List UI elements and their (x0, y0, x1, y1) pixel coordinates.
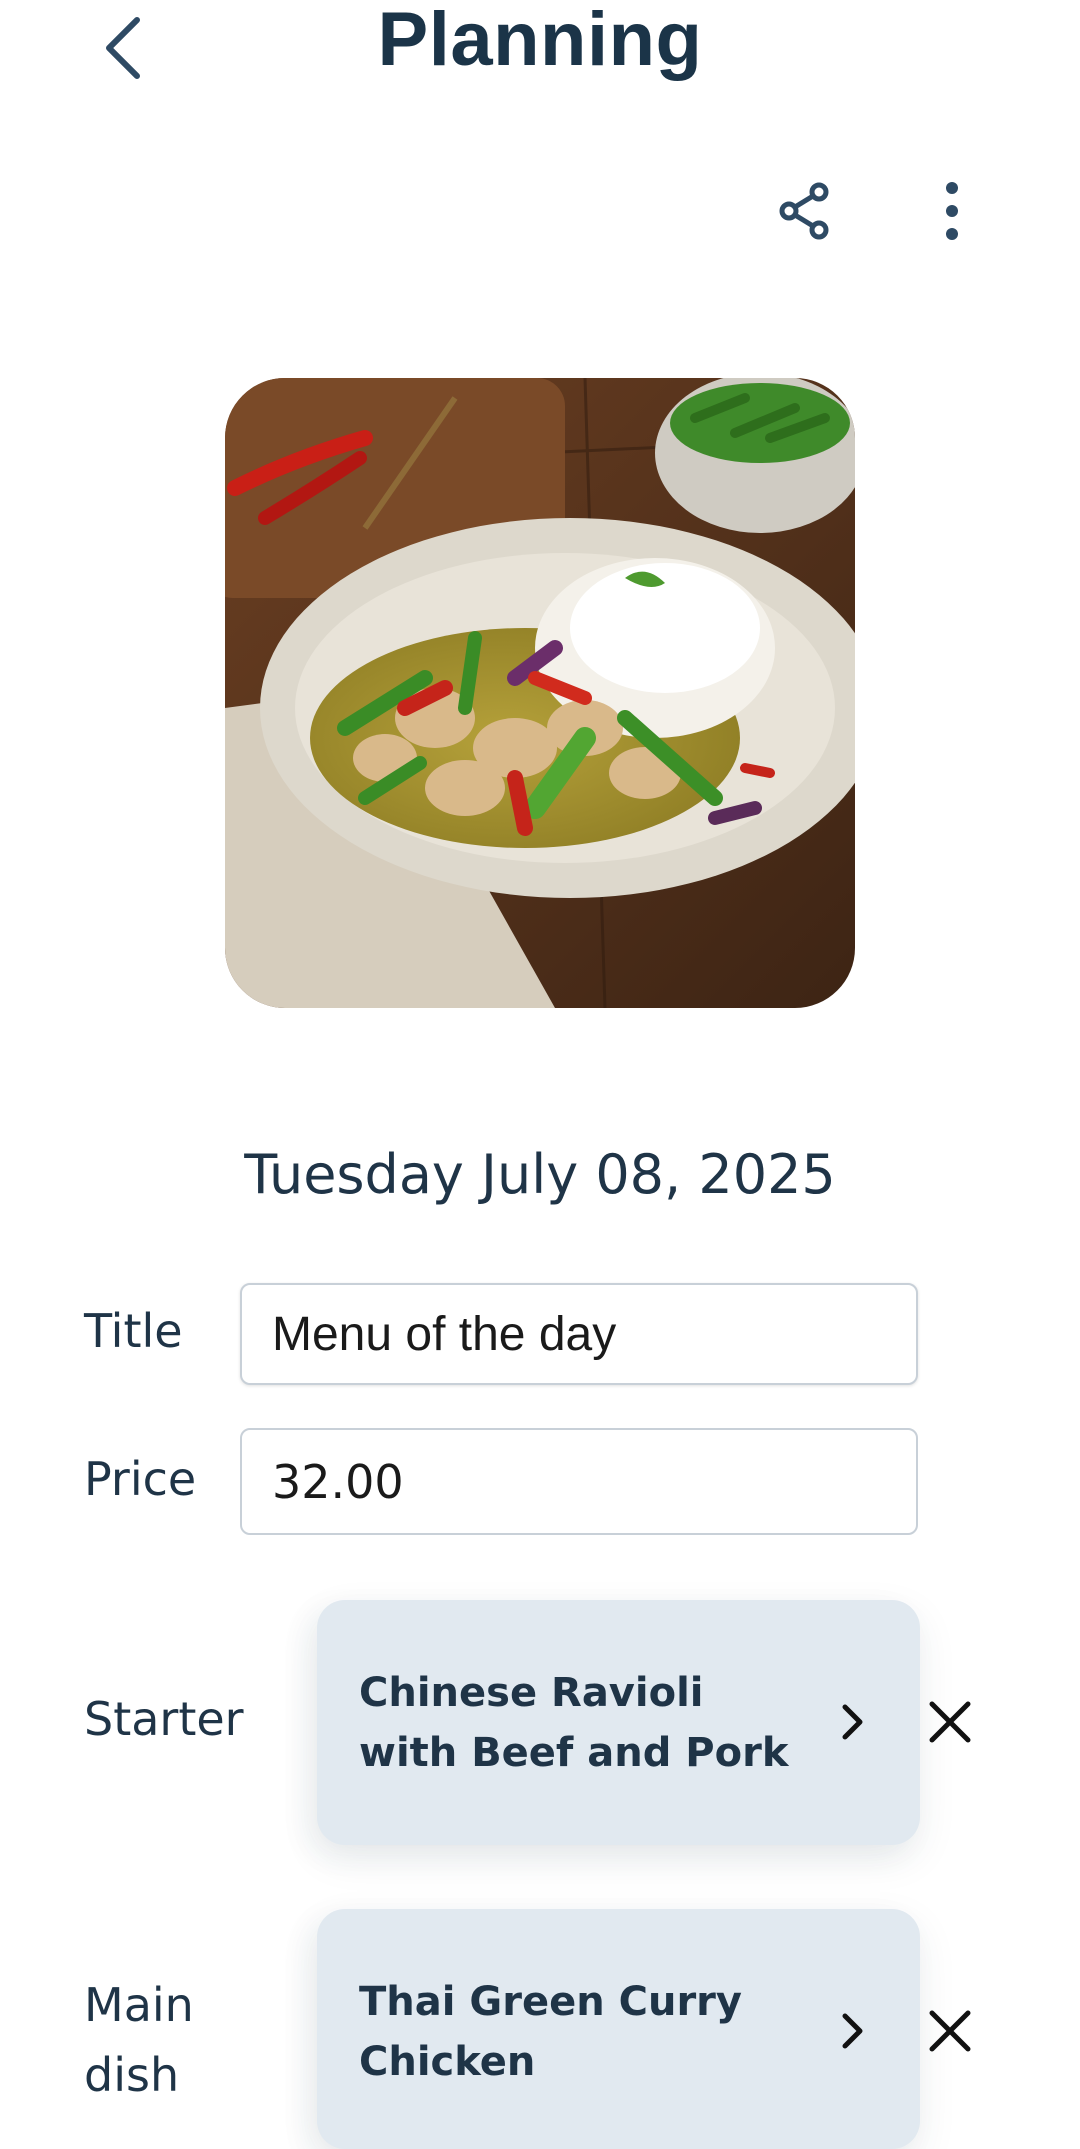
close-icon (929, 2010, 971, 2052)
remove-main-dish-button[interactable] (925, 2006, 975, 2056)
main-dish-label-line2: dish (84, 2048, 180, 2102)
price-input[interactable]: 32.00 (240, 1428, 918, 1535)
chevron-right-icon (842, 2013, 863, 2049)
close-icon (929, 1701, 971, 1743)
price-input-value: 32.00 (272, 1454, 404, 1509)
starter-label: Starter (84, 1692, 244, 1746)
title-label: Title (84, 1304, 183, 1358)
price-label: Price (84, 1452, 197, 1506)
starter-dish-name: Chinese Ravioli with Beef and Pork (359, 1670, 789, 1776)
main-dish-label: Main dish (84, 1970, 194, 2110)
more-options-button[interactable] (925, 180, 979, 240)
main-dish-label-line1: Main (84, 1978, 194, 2032)
more-vertical-icon (946, 182, 958, 240)
menu-date: Tuesday July 08, 2025 (244, 1143, 836, 1206)
starter-dish-card[interactable]: Chinese Ravioli with Beef and Pork (317, 1600, 920, 1845)
share-icon (779, 182, 829, 240)
dish-photo (225, 378, 855, 1008)
share-button[interactable] (775, 180, 835, 240)
title-input-value: Menu of the day (272, 1307, 617, 1361)
title-input[interactable]: Menu of the day (240, 1283, 918, 1385)
page-title: Planning (377, 0, 703, 82)
remove-starter-button[interactable] (925, 1697, 975, 1747)
main-dish-name: Thai Green Curry Chicken (359, 1979, 742, 2085)
chevron-right-icon (842, 1704, 863, 1740)
main-dish-card[interactable]: Thai Green Curry Chicken (317, 1909, 920, 2149)
